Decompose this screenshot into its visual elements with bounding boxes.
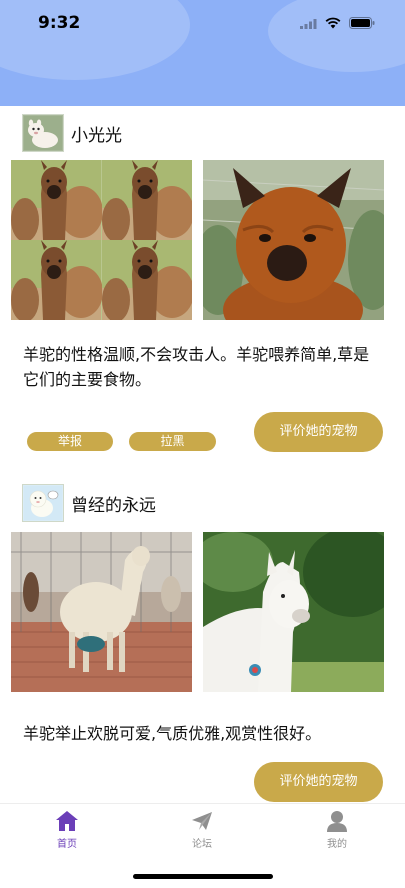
post-photo[interactable] bbox=[203, 532, 384, 692]
status-icons bbox=[300, 17, 375, 29]
rate-pet-button[interactable]: 评价她的宠物 bbox=[254, 412, 383, 452]
alpaca-pen-photo bbox=[11, 532, 192, 692]
top-header: 9:32 bbox=[0, 0, 405, 106]
tab-label: 我的 bbox=[327, 839, 347, 850]
post-header: 曾经的永远 bbox=[22, 484, 156, 522]
post-photo[interactable] bbox=[11, 160, 192, 320]
user-avatar[interactable] bbox=[22, 484, 64, 522]
alpaca-portrait-photo bbox=[203, 160, 384, 320]
tab-label: 首页 bbox=[57, 839, 77, 850]
home-icon bbox=[56, 811, 78, 831]
alpaca-avatar-icon bbox=[24, 116, 62, 150]
status-bar: 9:32 bbox=[0, 0, 405, 46]
user-avatar[interactable] bbox=[22, 114, 64, 152]
post-photo[interactable] bbox=[203, 160, 384, 320]
username[interactable]: 小光光 bbox=[71, 121, 122, 146]
feed[interactable]: 小光光 羊驼的性格温顺,不会攻击人。羊驼喂养简单,草是它们的主要食物。 举报 拉… bbox=[0, 106, 405, 803]
post-photo[interactable] bbox=[11, 532, 192, 692]
status-time: 9:32 bbox=[38, 13, 81, 33]
home-indicator[interactable] bbox=[133, 874, 273, 879]
alpaca-grid-photo bbox=[11, 160, 192, 320]
tab-mine[interactable]: 我的 bbox=[297, 810, 377, 850]
paper-plane-icon bbox=[192, 812, 212, 830]
post-caption: 羊驼的性格温顺,不会攻击人。羊驼喂养简单,草是它们的主要食物。 bbox=[23, 345, 370, 389]
tab-forum[interactable]: 论坛 bbox=[162, 810, 242, 850]
white-alpaca-photo bbox=[203, 532, 384, 692]
post-header: 小光光 bbox=[22, 114, 122, 152]
wifi-icon bbox=[325, 17, 341, 29]
post-caption: 羊驼举止欢脱可爱,气质优雅,观赏性很好。 bbox=[23, 724, 322, 743]
tab-label: 论坛 bbox=[192, 839, 212, 850]
alpaca-avatar-icon bbox=[24, 486, 62, 520]
signal-icon bbox=[300, 18, 317, 29]
username[interactable]: 曾经的永远 bbox=[71, 491, 156, 516]
tab-home[interactable]: 首页 bbox=[27, 810, 107, 850]
battery-icon bbox=[349, 17, 375, 29]
report-button[interactable]: 举报 bbox=[27, 432, 113, 451]
person-icon bbox=[327, 811, 347, 832]
block-button[interactable]: 拉黑 bbox=[129, 432, 216, 451]
rate-pet-button[interactable]: 评价她的宠物 bbox=[254, 762, 383, 802]
